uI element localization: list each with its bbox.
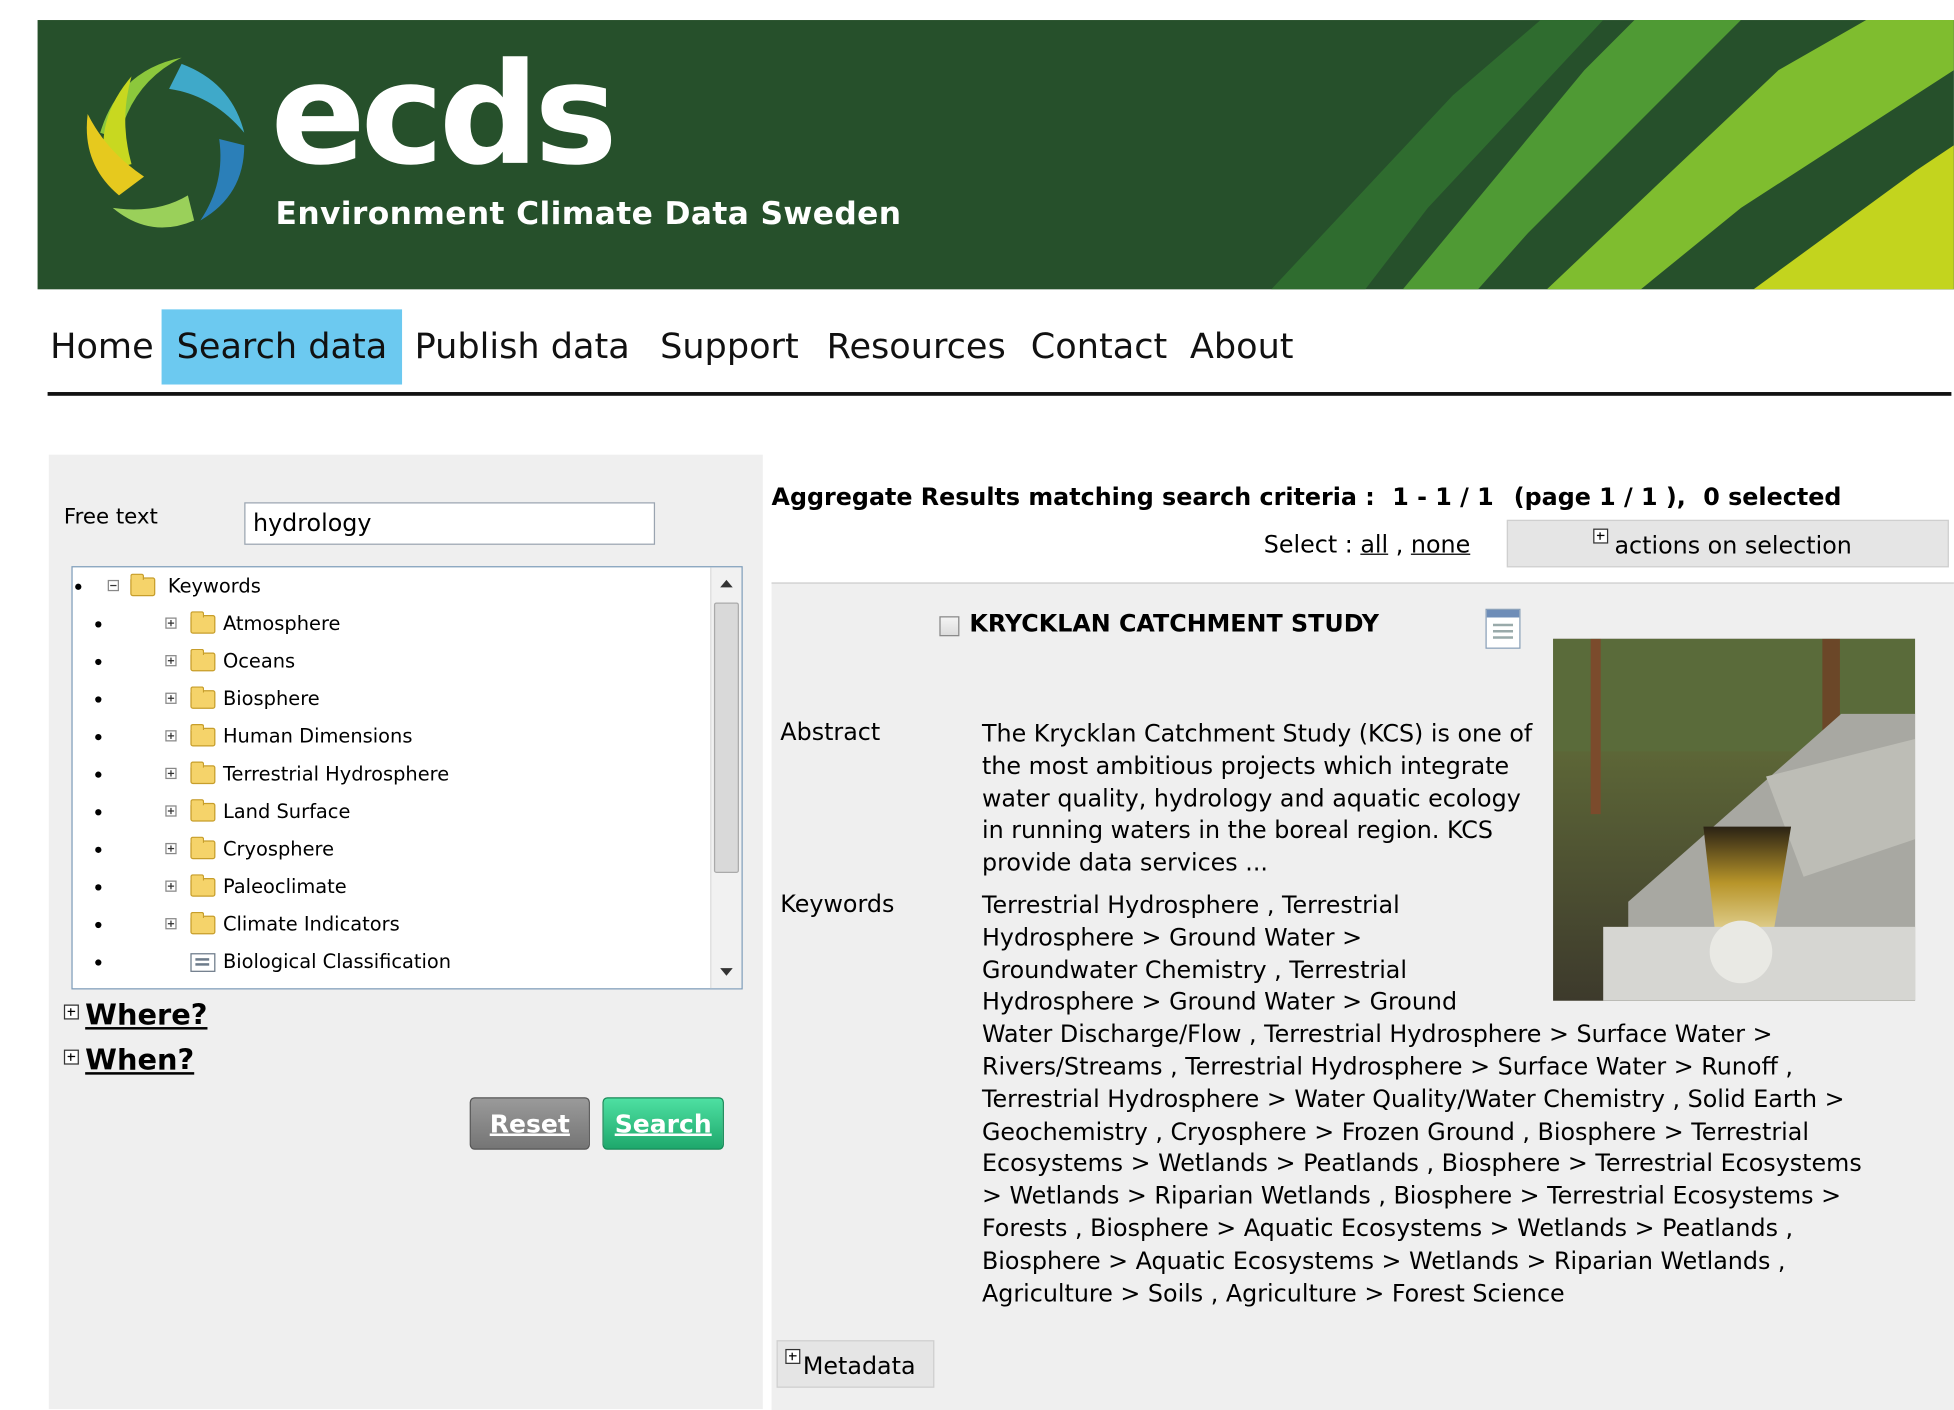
expand-icon[interactable] [165, 730, 177, 742]
reset-button[interactable]: Reset [469, 1097, 590, 1150]
nav-home[interactable]: Home [50, 309, 154, 384]
folder-icon [190, 723, 216, 747]
folder-icon [190, 874, 216, 897]
expand-icon[interactable] [165, 655, 177, 667]
keywords-line: Geochemistry , Cryosphere > Frozen Groun… [981, 1117, 1809, 1146]
expand-icon[interactable] [165, 767, 177, 780]
keywords-line: > Wetlands > Riparian Wetlands , Biosphe… [981, 1182, 1842, 1211]
free-text-label: Free text [63, 504, 158, 530]
nav-resources[interactable]: Resources [827, 309, 1006, 384]
when-toggle[interactable]: When? [63, 1044, 195, 1078]
folder-icon [190, 686, 216, 709]
free-text-input[interactable] [244, 502, 656, 545]
keywords-line: Biosphere > Aquatic Ecosystems > Wetland… [981, 1247, 1786, 1275]
select-none-link[interactable]: none [1411, 531, 1470, 559]
metadata-label: Metadata [802, 1352, 916, 1381]
nav-about[interactable]: About [1190, 309, 1294, 384]
results-selected: 0 selected [1703, 483, 1842, 512]
keywords-line: Terrestrial Hydrosphere , Terrestrial [981, 891, 1400, 920]
select-all-link[interactable]: all [1360, 531, 1388, 559]
keywords-line: Groundwater Chemistry , Terrestrial [981, 956, 1408, 984]
folder-icon [190, 836, 216, 860]
expand-icon[interactable] [165, 880, 177, 892]
expand-icon [785, 1348, 801, 1364]
nav-publish-data[interactable]: Publish data [415, 309, 630, 384]
expand-icon[interactable] [165, 617, 177, 629]
tree-root-label: Keywords [167, 574, 261, 598]
folder-icon [190, 799, 216, 822]
result-checkbox[interactable] [939, 616, 960, 637]
document-icon[interactable] [1485, 608, 1521, 649]
expand-icon [1593, 528, 1609, 544]
keywords-line: Forests , Biosphere > Aquatic Ecosystems… [981, 1214, 1794, 1243]
tree-scrollbar[interactable] [710, 567, 742, 989]
search-button[interactable]: Search [602, 1097, 724, 1150]
abstract-text: The Krycklan Catchment Study (KCS) is on… [981, 720, 1533, 877]
select-label: Select : [1263, 531, 1353, 559]
folder-open-icon [130, 573, 156, 597]
logo-subtitle: Environment Climate Data Sweden [275, 195, 902, 232]
abstract-label: Abstract [780, 718, 881, 747]
keywords-line: Agriculture > Soils , Agriculture > Fore… [981, 1279, 1565, 1308]
actions-on-selection-button[interactable]: actions on selection [1506, 519, 1949, 568]
results-page: (page 1 / 1 ), [1513, 483, 1686, 512]
when-label: When? [85, 1044, 195, 1078]
folder-icon [190, 761, 216, 785]
nav-support[interactable]: Support [660, 309, 799, 384]
folder-icon [190, 911, 216, 935]
results-header-label: Aggregate Results matching search criter… [771, 483, 1375, 512]
expand-icon[interactable] [165, 692, 177, 704]
result-title[interactable]: KRYCKLAN CATCHMENT STUDY [969, 610, 1379, 638]
keywords-line: Hydrosphere > Ground Water > Ground [981, 988, 1458, 1017]
search-panel: Free text Keywords Atmosphere Oceans [48, 454, 763, 1410]
results-summary: Aggregate Results matching search criter… [772, 483, 1842, 511]
document-list-icon [190, 953, 216, 972]
keywords-line: Rivers/Streams , Terrestrial Hydrosphere… [981, 1053, 1793, 1081]
results-count: 1 - 1 / 1 [1392, 483, 1494, 512]
expand-icon [63, 1004, 79, 1020]
folder-icon [190, 611, 216, 634]
actions-label: actions on selection [1614, 532, 1852, 560]
collapse-icon[interactable] [107, 579, 119, 592]
keywords-line: Water Discharge/Flow , Terrestrial Hydro… [981, 1021, 1773, 1049]
main-nav: Home Search data Publish data Support Re… [47, 309, 1952, 396]
keywords-text: Terrestrial Hydrosphere , Terrestrial Hy… [982, 891, 1934, 1311]
folder-icon [190, 648, 216, 672]
keywords-tree: Keywords Atmosphere Oceans Biosphere Hum… [71, 566, 743, 990]
select-controls: Select : all , none [1263, 531, 1471, 559]
logo-wordmark: ecds [270, 33, 618, 197]
scroll-up-icon[interactable] [720, 579, 733, 588]
expand-icon[interactable] [165, 842, 177, 855]
keywords-line: Ecosystems > Wetlands > Peatlands , Bios… [981, 1150, 1862, 1178]
scroll-down-icon[interactable] [720, 968, 733, 976]
scroll-thumb[interactable] [713, 602, 739, 873]
keywords-line: Hydrosphere > Ground Water > [981, 924, 1363, 952]
site-banner: ecds Environment Climate Data Sweden [37, 20, 1954, 290]
where-toggle[interactable]: Where? [63, 999, 208, 1033]
logo-swirl-icon [86, 57, 245, 228]
result-item: KRYCKLAN CATCHMENT STUDY Abstract The Kr… [771, 582, 1954, 1410]
nav-contact[interactable]: Contact [1031, 309, 1167, 384]
expand-icon[interactable] [165, 805, 177, 817]
nav-search-data[interactable]: Search data [161, 309, 403, 385]
metadata-toggle-button[interactable]: Metadata [776, 1340, 935, 1388]
keywords-line: Terrestrial Hydrosphere > Water Quality/… [981, 1085, 1845, 1114]
where-label: Where? [85, 999, 208, 1033]
expand-icon[interactable] [165, 918, 177, 930]
expand-icon [63, 1049, 79, 1065]
keywords-label: Keywords [780, 890, 895, 919]
